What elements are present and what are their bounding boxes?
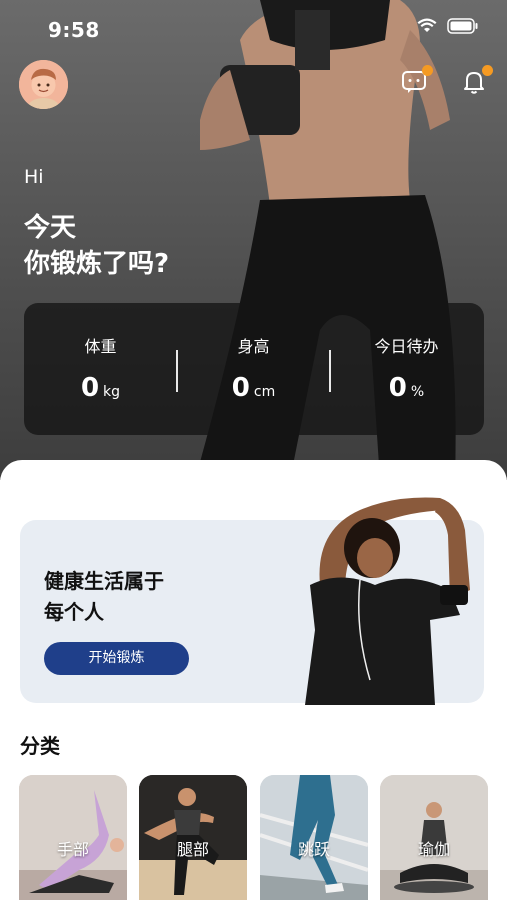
stat-value: 0 xyxy=(231,373,250,403)
stat-label: 体重 xyxy=(84,337,117,356)
message-badge xyxy=(422,65,433,76)
headline: 今天 你锻炼了吗? xyxy=(24,210,169,282)
start-workout-button[interactable]: 开始锻炼 xyxy=(44,642,189,675)
stat-unit: kg xyxy=(103,384,121,400)
category-card-arms[interactable]: 手部 xyxy=(19,775,127,900)
banner-title-line-1: 健康生活属于 xyxy=(44,569,164,593)
category-card-legs[interactable]: 腿部 xyxy=(139,775,247,900)
category-label: 手部 xyxy=(56,840,89,859)
user-avatar[interactable] xyxy=(19,60,68,109)
greeting-text: Hi xyxy=(24,166,44,188)
stat-unit: cm xyxy=(253,384,276,400)
wifi-icon xyxy=(417,18,437,32)
status-time: 9:58 xyxy=(48,18,100,42)
message-button[interactable] xyxy=(400,65,433,98)
battery-icon xyxy=(447,18,478,34)
headline-line-1: 今天 xyxy=(24,213,77,243)
category-card-jump[interactable]: 跳跃 xyxy=(260,775,368,900)
banner-title-line-2: 每个人 xyxy=(44,600,104,624)
stat-value: 0 xyxy=(80,373,100,403)
category-card-yoga[interactable]: 瑜伽 xyxy=(380,775,488,900)
notification-badge xyxy=(482,65,493,76)
stat-todo[interactable]: 今日待办 0% xyxy=(330,303,483,435)
stat-label: 今日待办 xyxy=(374,337,439,356)
category-label: 瑜伽 xyxy=(417,840,450,859)
stat-value: 0 xyxy=(388,373,407,403)
status-bar: 9:58 xyxy=(0,0,507,60)
banner-title: 健康生活属于 每个人 xyxy=(44,566,164,628)
banner-athlete-image xyxy=(305,497,470,705)
notification-button[interactable] xyxy=(460,65,493,98)
avatar-illustration xyxy=(19,60,68,109)
category-label: 腿部 xyxy=(176,840,209,859)
stats-card: 体重 0 kg 身高 0 cm 今日待办 0% xyxy=(24,303,484,435)
stat-weight[interactable]: 体重 0 kg xyxy=(24,303,177,435)
headline-line-2: 你锻炼了吗? xyxy=(24,249,170,279)
stat-unit: % xyxy=(410,384,425,400)
stat-height[interactable]: 身高 0 cm xyxy=(177,303,330,435)
category-label: 跳跃 xyxy=(297,840,330,859)
stat-label: 身高 xyxy=(237,337,270,356)
category-section-title: 分类 xyxy=(20,734,60,758)
